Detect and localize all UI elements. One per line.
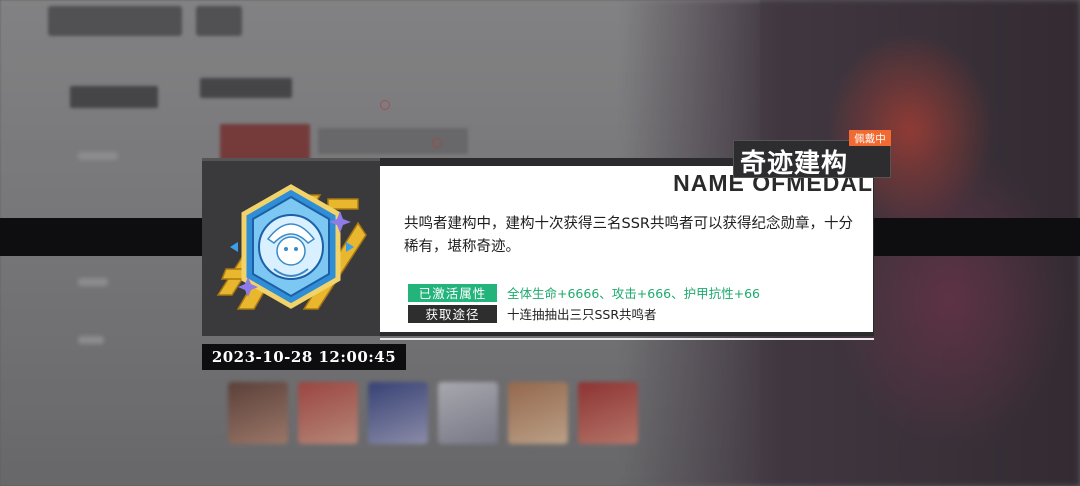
wearing-status-badge: 佩戴中	[849, 130, 891, 146]
acquisition-method-label: 获取途径	[408, 304, 497, 323]
acquisition-method-row: 获取途径 十连抽抽出三只SSR共鸣者	[408, 304, 657, 323]
medal-description: 共鸣者建构中，建构十次获得三名SSR共鸣者可以获得纪念勋章，十分稀有，堪称奇迹。	[404, 216, 853, 255]
obtained-timestamp: 2023-10-28 12:00:45	[202, 344, 406, 370]
activated-attributes-label: 已激活属性	[408, 283, 497, 302]
medal-info-panel: NAME OFMEDAL 共鸣者建构中，建构十次获得三名SSR共鸣者可以获得纪念…	[380, 166, 873, 332]
medal-badge-icon	[216, 184, 367, 310]
medal-image-box	[202, 158, 380, 336]
acquisition-method-value: 十连抽抽出三只SSR共鸣者	[507, 307, 657, 322]
activated-attributes-row: 已激活属性 全体生命+6666、攻击+666、护甲抗性+66	[408, 283, 760, 302]
medal-title: 奇迹建构	[740, 149, 849, 179]
activated-attributes-value: 全体生命+6666、攻击+666、护甲抗性+66	[507, 286, 760, 301]
